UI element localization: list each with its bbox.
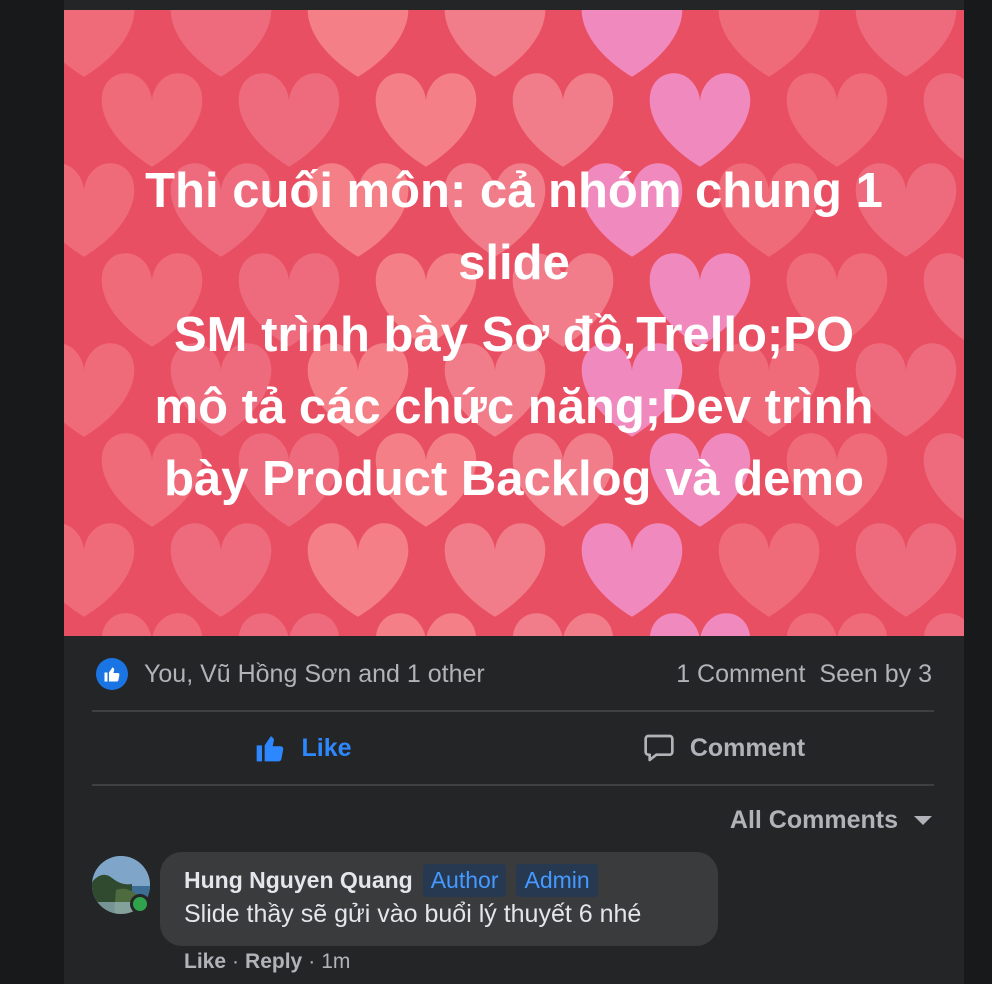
heart-shape — [307, 10, 409, 77]
post-card: Thi cuối môn: cả nhóm chung 1 slide SM t… — [64, 0, 964, 984]
comment-reply-link[interactable]: Reply — [245, 950, 302, 974]
heart-shape — [581, 10, 683, 77]
comment-button[interactable]: Comment — [513, 712, 934, 784]
post-text-line: mô tả các chức năng;Dev trình — [154, 380, 874, 434]
comment-icon — [644, 734, 674, 762]
divider — [92, 784, 934, 786]
post-text: Thi cuối môn: cả nhóm chung 1 slide SM t… — [104, 155, 924, 515]
like-button[interactable]: Like — [92, 712, 513, 784]
separator-dot: · — [232, 950, 240, 973]
separator-dot: · — [308, 950, 316, 973]
heart-shape — [923, 253, 964, 340]
post-text-line: SM trình bày Sơ đồ,Trello;PO — [173, 308, 855, 362]
comments-count[interactable]: 1 Comment — [676, 660, 805, 689]
online-status-indicator — [130, 894, 150, 914]
heart-shape — [923, 73, 964, 160]
comment-like-link[interactable]: Like — [184, 950, 226, 974]
heart-shape — [512, 73, 614, 167]
heart-shape — [581, 523, 683, 617]
heart-shape — [64, 10, 135, 77]
heart-shape — [239, 613, 339, 636]
like-reaction-icon — [96, 658, 128, 690]
heart-shape — [170, 10, 272, 77]
comment-author-name[interactable]: Hung Nguyen Quang — [184, 867, 413, 894]
comment-text: Slide thầy sẽ gửi vào buổi lý thuyết 6 n… — [184, 900, 642, 928]
caret-down-icon — [914, 815, 932, 825]
post-background-image: Thi cuối môn: cả nhóm chung 1 slide SM t… — [64, 10, 964, 636]
all-comments-label: All Comments — [729, 805, 898, 834]
heart-shape — [786, 73, 888, 167]
heart-shape — [102, 613, 202, 636]
heart-shape — [718, 523, 820, 617]
author-badge: Author — [422, 864, 507, 897]
heart-shape — [787, 613, 887, 636]
heart-shape — [513, 613, 613, 636]
heart-shape — [650, 613, 750, 636]
heart-shape — [376, 613, 476, 636]
reactions-summary[interactable]: You, Vũ Hồng Sơn and 1 other — [144, 660, 485, 689]
heart-shape — [924, 613, 964, 636]
reactions-bar: You, Vũ Hồng Sơn and 1 other 1 Comment S… — [96, 654, 932, 694]
like-button-label: Like — [301, 733, 352, 762]
heart-shape — [307, 523, 409, 617]
comment-actions: Like · Reply · 1m — [184, 950, 350, 974]
seen-by-count[interactable]: Seen by 3 — [819, 660, 932, 689]
post-actions: Like Comment — [92, 712, 934, 784]
admin-badge: Admin — [516, 864, 598, 897]
heart-shape — [649, 73, 751, 167]
heart-shape — [170, 523, 272, 617]
heart-shape — [923, 433, 964, 520]
heart-shape — [855, 10, 957, 77]
thumbs-up-icon — [257, 736, 284, 762]
all-comments-dropdown[interactable]: All Comments — [730, 800, 932, 840]
heart-shape — [855, 523, 957, 617]
heart-shape — [444, 523, 546, 617]
comment-button-label: Comment — [689, 733, 806, 762]
comment-bubble: Hung Nguyen Quang Author Admin Slide thầ… — [160, 852, 718, 946]
heart-shape — [444, 10, 546, 77]
heart-shape — [101, 73, 203, 167]
post-text-line: bày Product Backlog và demo — [164, 452, 864, 506]
post-text-line: Thi cuối môn: cả nhóm chung 1 — [145, 164, 883, 218]
comment-header: Hung Nguyen Quang Author Admin — [184, 864, 598, 897]
heart-shape — [718, 10, 820, 77]
post-text-line: slide — [458, 236, 570, 290]
comment-timestamp[interactable]: 1m — [321, 950, 350, 974]
heart-shape — [64, 523, 135, 617]
heart-shape — [238, 73, 340, 167]
heart-shape — [375, 73, 477, 167]
